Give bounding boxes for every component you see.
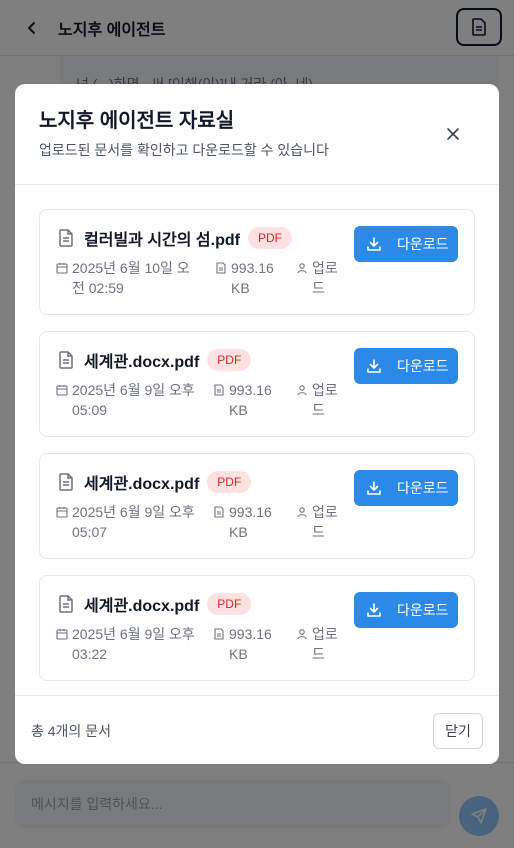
download-button[interactable]: 다운로드	[354, 470, 458, 506]
document-size: 993.16 KB	[213, 502, 277, 542]
document-name: 세계관.docx.pdf	[84, 598, 200, 615]
close-button[interactable]	[443, 124, 463, 144]
calendar-icon	[56, 385, 68, 396]
file-size-icon	[216, 262, 226, 274]
file-size-icon	[214, 506, 224, 518]
modal-footer: 총 4개의 문서 닫기	[15, 695, 499, 764]
documents-modal: 노지후 에이전트 자료실 업로드된 문서를 확인하고 다운로드할 수 있습니다 …	[15, 84, 499, 764]
file-icon	[59, 473, 73, 491]
user-icon	[297, 507, 307, 518]
document-card: 컬러빌과 시간의 섬.pdf PDF 2025년 6월 10일 오전 02:59…	[39, 209, 475, 315]
modal-title: 노지후 에이전트 자료실	[39, 110, 235, 132]
document-card: 세계관.docx.pdf PDF 2025년 6월 9일 오후 05:07 99…	[39, 453, 475, 559]
file-type-badge: PDF	[207, 471, 252, 493]
document-card: 세계관.docx.pdf PDF 2025년 6월 9일 오후 03:22 99…	[39, 575, 475, 681]
user-icon	[297, 385, 307, 396]
document-size: 993.16 KB	[213, 624, 277, 664]
file-type-badge: PDF	[247, 227, 292, 249]
document-name: 세계관.docx.pdf	[84, 476, 200, 493]
download-button[interactable]: 다운로드	[354, 592, 458, 628]
user-icon	[297, 263, 307, 274]
document-name: 컬러빌과 시간의 섬.pdf	[84, 232, 240, 249]
close-footer-button[interactable]: 닫기	[433, 713, 483, 749]
file-size-icon	[214, 628, 224, 640]
file-type-badge: PDF	[207, 593, 252, 615]
document-uploader: 업로드	[296, 502, 342, 542]
file-type-badge: PDF	[207, 349, 252, 371]
close-icon	[447, 128, 459, 140]
download-icon	[367, 237, 381, 251]
document-card: 세계관.docx.pdf PDF 2025년 6월 9일 오후 05:09 99…	[39, 331, 475, 437]
document-name: 세계관.docx.pdf	[84, 354, 200, 371]
calendar-icon	[56, 263, 68, 274]
download-icon	[367, 481, 381, 495]
file-icon	[59, 351, 73, 369]
document-date: 2025년 6월 9일 오후 05:07	[56, 502, 198, 542]
modal-subtitle: 업로드된 문서를 확인하고 다운로드할 수 있습니다	[39, 142, 329, 158]
calendar-icon	[56, 507, 68, 518]
document-list: 컬러빌과 시간의 섬.pdf PDF 2025년 6월 10일 오전 02:59…	[15, 185, 499, 681]
document-count: 총 4개의 문서	[31, 723, 111, 739]
user-icon	[297, 629, 307, 640]
document-size: 993.16 KB	[213, 380, 277, 420]
download-button[interactable]: 다운로드	[354, 348, 458, 384]
document-uploader: 업로드	[296, 380, 342, 420]
document-date: 2025년 6월 10일 오전 02:59	[56, 258, 198, 298]
download-icon	[367, 603, 381, 617]
file-size-icon	[214, 384, 224, 396]
document-uploader: 업로드	[296, 258, 342, 298]
document-size: 993.16 KB	[215, 258, 279, 298]
document-date: 2025년 6월 9일 오후 05:09	[56, 380, 198, 420]
document-date: 2025년 6월 9일 오후 03:22	[56, 624, 198, 664]
modal-header: 노지후 에이전트 자료실 업로드된 문서를 확인하고 다운로드할 수 있습니다	[15, 84, 499, 185]
download-button[interactable]: 다운로드	[354, 226, 458, 262]
file-icon	[59, 595, 73, 613]
file-icon	[59, 229, 73, 247]
calendar-icon	[56, 629, 68, 640]
document-uploader: 업로드	[296, 624, 342, 664]
download-icon	[367, 359, 381, 373]
